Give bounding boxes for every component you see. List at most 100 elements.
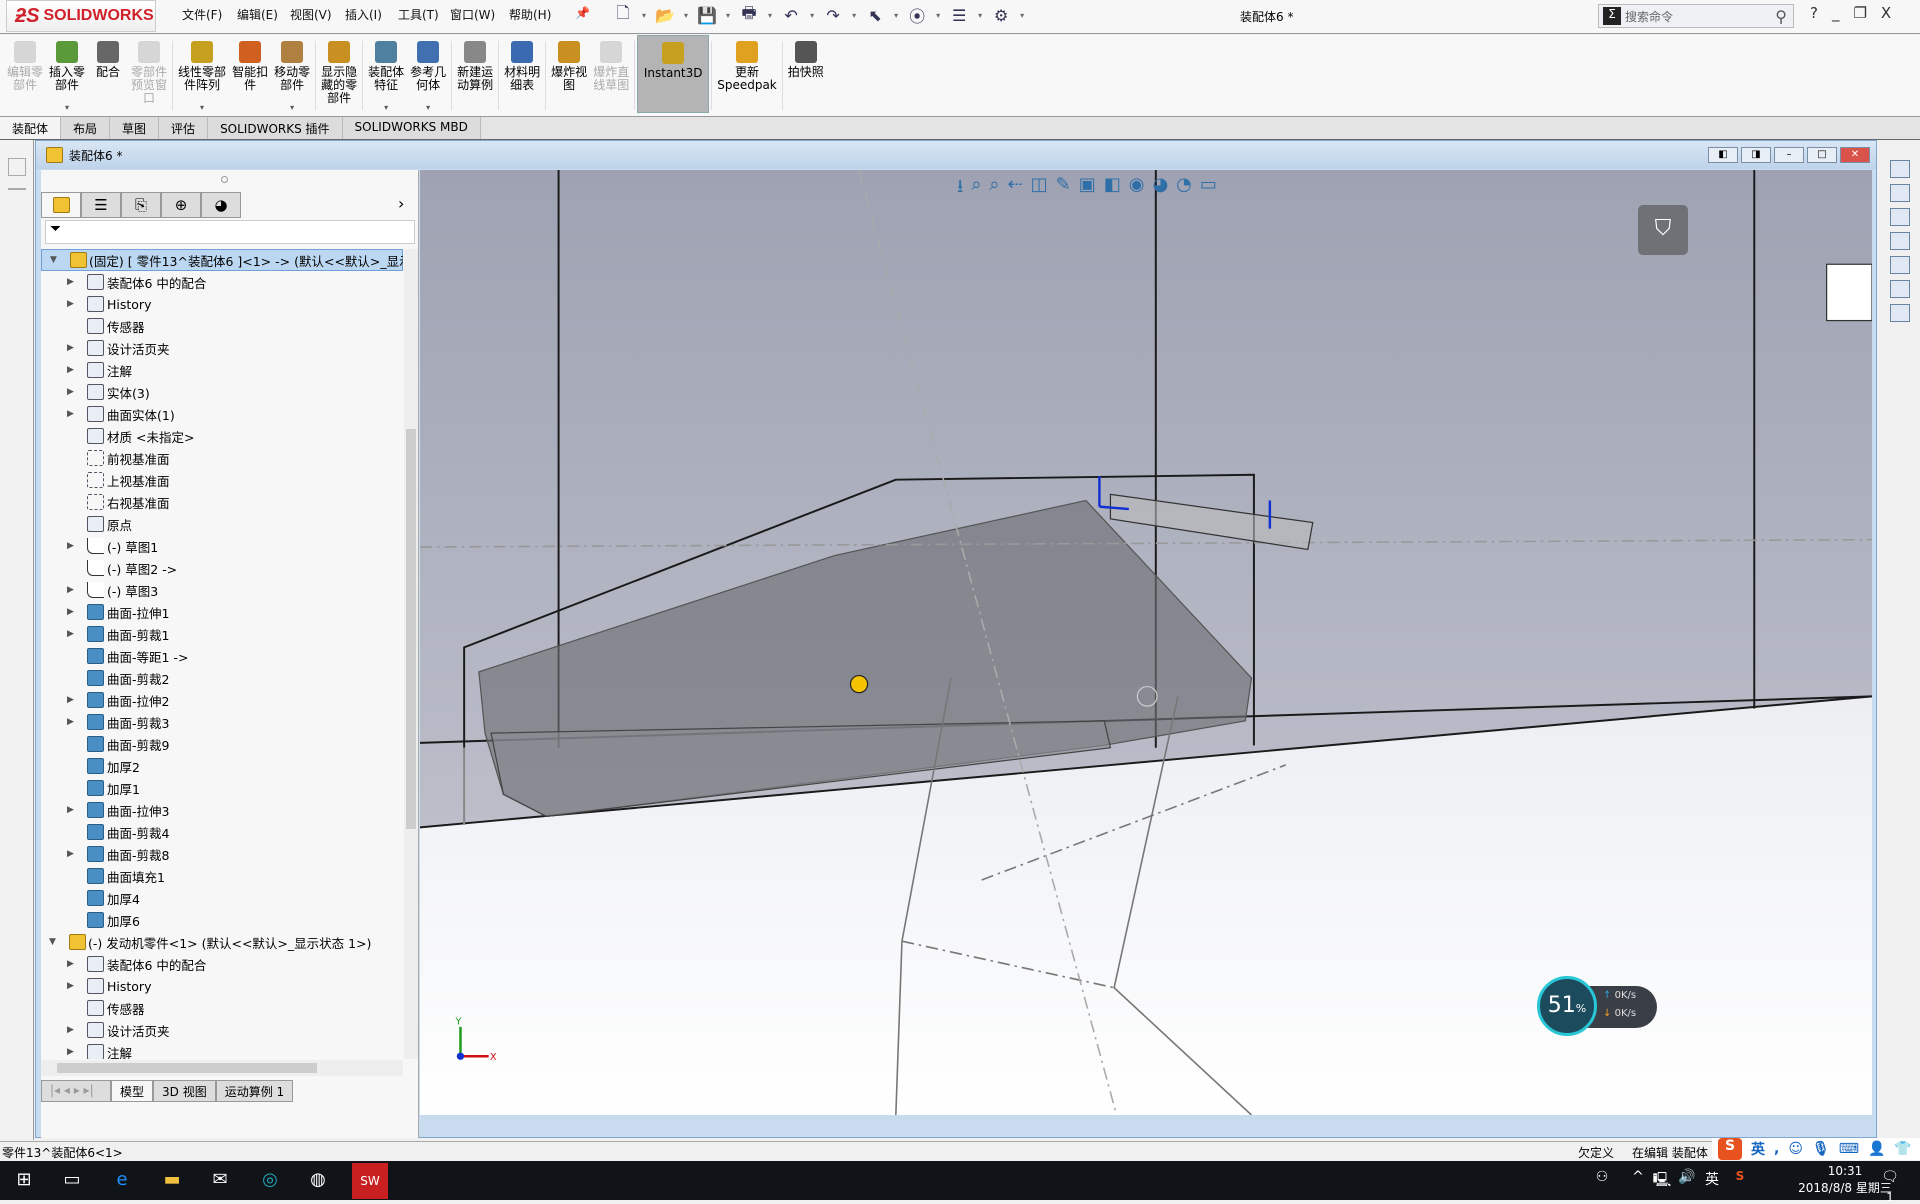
expand-closed-icon[interactable]: ▶ (67, 695, 77, 705)
tree-item[interactable]: 原点 (41, 513, 403, 535)
chevron-down-icon[interactable]: ▾ (384, 101, 388, 114)
undo-icon[interactable]: ↶ (780, 4, 802, 26)
tab-property-manager[interactable]: ☰ (81, 192, 121, 218)
command-tab[interactable]: 装配体 (0, 117, 62, 139)
app-icon[interactable]: ◍ (306, 1169, 330, 1193)
ribbon-button[interactable]: 更新 Speedpak (714, 35, 780, 116)
ribbon-button[interactable]: 显示隐 藏的零 部件 (318, 35, 360, 116)
redo-icon[interactable]: ↷ (822, 4, 844, 26)
command-tab[interactable]: SOLIDWORKS MBD (342, 117, 481, 139)
edge-icon[interactable]: e (110, 1169, 134, 1193)
menu-item[interactable]: 插入(I) (345, 6, 382, 23)
solidworks-taskbar-icon[interactable]: SW (352, 1163, 388, 1199)
expand-closed-icon[interactable]: ▶ (67, 849, 77, 859)
ribbon-button[interactable]: Instant3D (637, 35, 710, 113)
view-orientation-cube-icon[interactable]: ▣ (1079, 174, 1096, 204)
chevron-down-icon[interactable]: ▾ (642, 11, 646, 20)
scrollbar-thumb[interactable] (57, 1063, 317, 1073)
doc-close-button[interactable]: ✕ (1840, 147, 1870, 163)
tree-item[interactable]: 曲面填充1 (41, 865, 403, 887)
microphone-icon[interactable]: 🎙 (1812, 1141, 1830, 1157)
expand-open-icon[interactable]: ▼ (50, 255, 60, 265)
tile-right-button[interactable]: ◨ (1741, 147, 1771, 163)
people-icon[interactable]: ⚇ (1590, 1169, 1614, 1193)
tree-item[interactable]: 上视基准面 (41, 469, 403, 491)
tab-feature-manager[interactable] (41, 192, 81, 218)
model-view[interactable]: YX (420, 170, 1872, 1115)
chevron-down-icon[interactable]: ▾ (936, 11, 940, 20)
chevron-down-icon[interactable]: ▾ (684, 11, 688, 20)
ribbon-button[interactable]: 编辑零 部件 (4, 35, 46, 116)
appearances-icon[interactable] (1890, 256, 1910, 274)
tree-item[interactable]: 加厚1 (41, 777, 403, 799)
gear-icon[interactable]: ⚙ (990, 4, 1012, 26)
show-hidden-icons[interactable]: ^ (1626, 1169, 1650, 1193)
graphics-viewport[interactable]: YX ⭳ ⌕ ⌕ ⇠ ◫ ✎ ▣ ◧ ◉ ◕ ◔ ▭ ⛉ (420, 170, 1872, 1115)
tree-item[interactable]: ▶ 曲面-拉伸1 (41, 601, 403, 623)
tree-item[interactable]: 材质 <未指定> (41, 425, 403, 447)
new-document-icon[interactable]: 🗋 (612, 3, 634, 26)
volume-icon[interactable]: 🔊 (1675, 1169, 1699, 1193)
chevron-down-icon[interactable]: ▾ (1020, 11, 1024, 20)
ribbon-button[interactable]: 智能扣 件 (229, 35, 271, 116)
traffic-light-icon[interactable]: ⦿ (906, 4, 928, 26)
ribbon-button[interactable]: 新建运 动算例 (454, 35, 496, 116)
tree-item[interactable]: 传感器 (41, 315, 403, 337)
input-language[interactable]: 英 (1700, 1169, 1724, 1193)
expand-closed-icon[interactable]: ▶ (67, 607, 77, 617)
hide-show-icon[interactable]: ◉ (1129, 174, 1145, 204)
mail-icon[interactable]: ✉ (208, 1169, 232, 1193)
tree-item[interactable]: 加厚4 (41, 887, 403, 909)
expand-closed-icon[interactable]: ▶ (67, 629, 77, 639)
tree-item[interactable]: 曲面-剪裁4 (41, 821, 403, 843)
expand-closed-icon[interactable]: ▶ (67, 585, 77, 595)
file-explorer-icon[interactable] (1890, 208, 1910, 226)
design-library-icon[interactable] (1890, 184, 1910, 202)
punctuation-icon[interactable]: , (1774, 1141, 1779, 1157)
tab-nav-arrows[interactable]: |◂ ◂ ▸ ▸| (41, 1080, 111, 1102)
command-tab[interactable]: SOLIDWORKS 插件 (208, 117, 343, 139)
emoji-icon[interactable]: ☺ (1788, 1141, 1803, 1157)
view-orientation-icon[interactable]: ⭳ (957, 174, 963, 204)
expand-closed-icon[interactable]: ▶ (67, 1047, 77, 1057)
browser-icon[interactable]: ◎ (258, 1169, 282, 1193)
menu-item[interactable]: 文件(F) (182, 6, 222, 23)
tree-item[interactable]: ▶ 注解 (41, 1041, 403, 1059)
close-button[interactable]: X (1881, 4, 1891, 22)
command-tab[interactable]: 布局 (61, 117, 111, 139)
command-tab[interactable]: 草图 (110, 117, 160, 139)
tab-display-manager[interactable]: ◕ (201, 192, 241, 218)
chevron-down-icon[interactable]: ▾ (290, 101, 294, 114)
tree-item[interactable]: 右视基准面 (41, 491, 403, 513)
ribbon-button[interactable]: 移动零 部件 ▾ (271, 35, 313, 116)
search-commands-input[interactable]: Σ 搜索命令 ⚲ (1598, 4, 1794, 28)
chevron-down-icon[interactable]: ▾ (768, 11, 772, 20)
ribbon-button[interactable]: 线性零部 件阵列 ▾ (175, 35, 229, 116)
ribbon-button[interactable]: 爆炸直 线草图 (590, 35, 632, 116)
ribbon-button[interactable]: 材料明 细表 (501, 35, 543, 116)
doc-minimize-button[interactable]: – (1774, 147, 1804, 163)
tree-item[interactable]: 传感器 (41, 997, 403, 1019)
expand-closed-icon[interactable]: ▶ (67, 805, 77, 815)
apply-scene-icon[interactable]: ◔ (1176, 174, 1192, 204)
pin-icon[interactable]: 📌 (575, 6, 590, 20)
tab-model[interactable]: 模型 (111, 1080, 154, 1102)
list-icon[interactable]: ☰ (948, 4, 970, 26)
tree-item[interactable]: ▶ History (41, 293, 403, 315)
windows-start-icon[interactable]: ⊞ (12, 1169, 36, 1193)
previous-view-icon[interactable]: ⇠ (1008, 174, 1023, 204)
ribbon-button[interactable]: 参考几 何体 ▾ (407, 35, 449, 116)
home-icon[interactable] (1890, 160, 1910, 178)
ribbon-button[interactable]: 零部件 预览窗 口 (128, 35, 170, 116)
ribbon-button[interactable]: 爆炸视 图 (548, 35, 590, 116)
tree-item[interactable]: (-) 草图2 -> (41, 557, 403, 579)
expand-closed-icon[interactable]: ▶ (67, 409, 77, 419)
tree-item[interactable]: ▶ 曲面实体(1) (41, 403, 403, 425)
tree-item[interactable]: ▶ 装配体6 中的配合 (41, 953, 403, 975)
chevron-down-icon[interactable]: ▾ (852, 11, 856, 20)
ribbon-button[interactable]: 配合 (88, 35, 128, 116)
expand-closed-icon[interactable]: ▶ (67, 277, 77, 287)
select-icon[interactable]: ⬉ (864, 4, 886, 26)
expand-closed-icon[interactable]: ▶ (67, 343, 77, 353)
ribbon-button[interactable]: 装配体 特征 ▾ (365, 35, 407, 116)
